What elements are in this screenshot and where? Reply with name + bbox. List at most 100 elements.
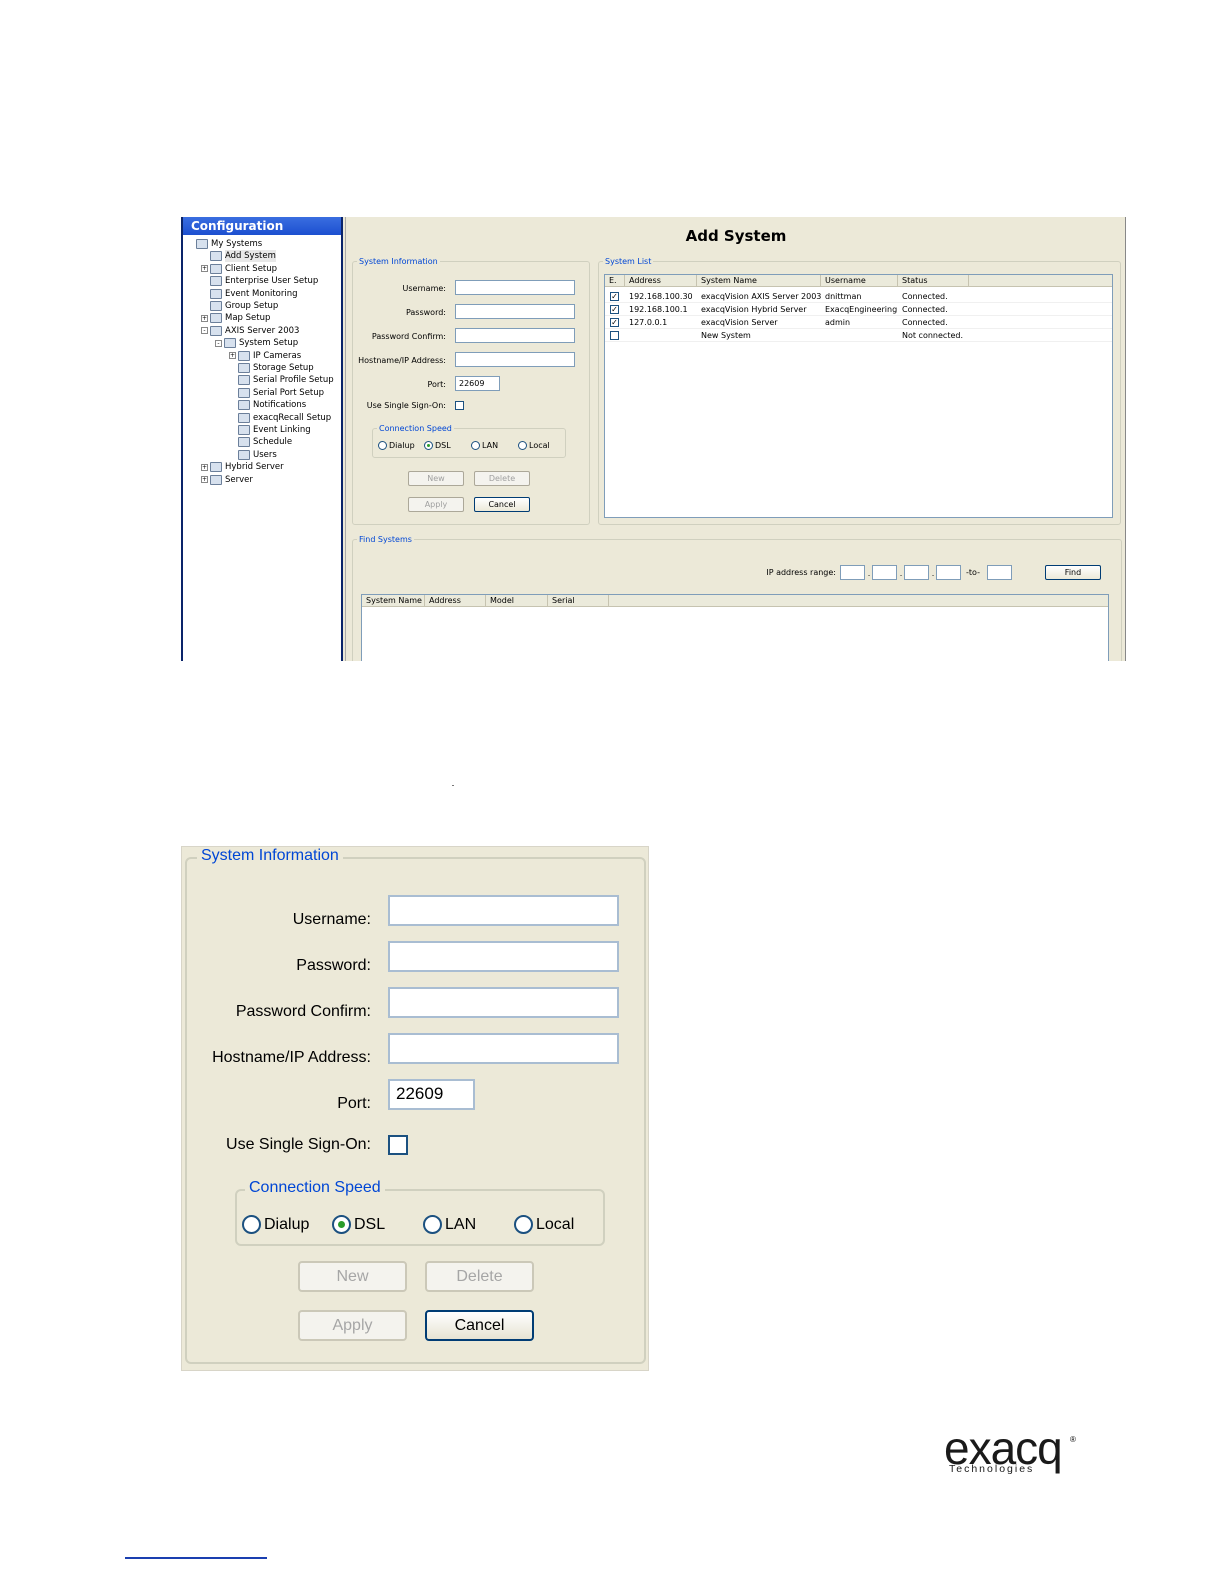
column-header-status[interactable]: Status [898,275,969,287]
tree-item[interactable]: + Client Setup [201,263,277,275]
column-header-system-name[interactable]: System Name [697,275,821,287]
radio-dialup-circle[interactable] [378,441,387,450]
hostname-label: Hostname/IP Address: [358,356,446,365]
tree-item[interactable]: Serial Port Setup [229,387,324,399]
port-label: Port: [427,380,446,389]
tree-item[interactable]: + Map Setup [201,312,270,324]
radio-local-circle[interactable] [518,441,527,450]
monitor-icon [210,288,222,299]
port-field[interactable]: 22609 [388,1079,475,1110]
tree-item[interactable]: Serial Profile Setup [229,374,334,386]
ip-start-octet-2[interactable] [872,565,897,580]
column-header-filler [969,275,1112,287]
new-button[interactable]: New [408,471,464,486]
tree-item[interactable]: Schedule [229,436,292,448]
users-icon [210,276,222,287]
collapse-icon[interactable]: - [201,327,208,335]
row-enabled-checkbox[interactable]: ✓ [610,305,619,314]
find-button[interactable]: Find [1045,565,1101,580]
tree-item[interactable]: Add System [201,250,276,263]
radio-local[interactable]: Local [518,441,550,450]
password-field[interactable] [388,941,619,972]
tree-item[interactable]: exacqRecall Setup [229,412,331,424]
find-systems-table[interactable]: System Name Address Model Serial [361,594,1109,661]
column-header-model[interactable]: Model [486,595,548,607]
radio-lan-circle[interactable] [423,1215,442,1234]
radio-local[interactable]: Local [514,1215,574,1234]
password-confirm-field[interactable] [455,328,575,343]
column-header-username[interactable]: Username [821,275,898,287]
system-list-table[interactable]: E. Address System Name Username Status ✓… [604,274,1113,518]
column-header-enabled[interactable]: E. [605,275,625,287]
password-confirm-field[interactable] [388,987,619,1018]
tree-item[interactable]: + IP Cameras [229,350,301,362]
ip-start-octet-3[interactable] [904,565,929,580]
cell-system-name: New System [701,331,751,340]
connection-speed-group: Connection Speed Dialup DSL LAN Local [235,1179,605,1246]
tree-item[interactable]: Enterprise User Setup [201,275,318,287]
table-row[interactable]: ✓ 127.0.0.1 exacqVision Server admin Connect… [605,316,1112,329]
radio-dialup-circle[interactable] [242,1215,261,1234]
apply-button[interactable]: Apply [298,1310,407,1341]
tree-item[interactable]: My Systems [187,238,262,250]
row-enabled-checkbox[interactable]: ✓ [610,318,619,327]
table-row[interactable]: ✓ 192.168.100.30 exacqVision AXIS Server 2… [605,290,1112,303]
tree-item[interactable]: Notifications [229,399,306,411]
expand-icon[interactable]: + [229,352,236,360]
radio-dsl-circle[interactable] [424,441,433,450]
radio-dsl[interactable]: DSL [332,1215,385,1234]
table-row[interactable]: New System Not connected. [605,329,1112,342]
delete-button[interactable]: Delete [474,471,530,486]
username-field[interactable] [388,895,619,926]
cancel-button[interactable]: Cancel [474,497,530,512]
ip-start-octet-1[interactable] [840,565,865,580]
tree-item[interactable]: + Server [201,474,253,486]
radio-lan[interactable]: LAN [471,441,498,450]
new-button[interactable]: New [298,1261,407,1292]
radio-lan[interactable]: LAN [423,1215,476,1234]
table-row[interactable]: ✓ 192.168.100.1 exacqVision Hybrid Server E… [605,303,1112,316]
row-enabled-checkbox[interactable]: ✓ [610,292,619,301]
tree-item[interactable]: - AXIS Server 2003 [201,325,299,337]
tree-item[interactable]: + Hybrid Server [201,461,284,473]
configuration-panel: Configuration My Systems Add System + Clien… [181,217,343,661]
radio-lan-circle[interactable] [471,441,480,450]
hostname-field[interactable] [455,352,575,367]
sso-checkbox[interactable] [455,401,464,410]
row-enabled-checkbox[interactable] [610,331,619,340]
ip-end-octet[interactable] [987,565,1012,580]
radio-dsl-circle[interactable] [332,1215,351,1234]
radio-local-circle[interactable] [514,1215,533,1234]
delete-button[interactable]: Delete [425,1261,534,1292]
password-field[interactable] [455,304,575,319]
sso-checkbox[interactable] [388,1135,408,1155]
hostname-field[interactable] [388,1033,619,1064]
tree-item[interactable]: Event Linking [229,424,311,436]
tree-item[interactable]: Users [229,449,277,461]
column-header-system-name[interactable]: System Name [362,595,425,607]
map-icon [210,313,222,324]
tree-item-label: Serial Profile Setup [253,375,334,386]
radio-dialup[interactable]: Dialup [378,441,415,450]
radio-dialup[interactable]: Dialup [242,1215,309,1234]
username-field[interactable] [455,280,575,295]
expand-icon[interactable]: + [201,314,208,322]
column-header-address[interactable]: Address [625,275,697,287]
column-header-serial[interactable]: Serial [548,595,609,607]
expand-icon[interactable]: + [201,265,208,273]
radio-dsl[interactable]: DSL [424,441,451,450]
expand-icon[interactable]: + [201,463,208,471]
expand-icon[interactable]: + [201,476,208,484]
logo-subtitle: Technologies [949,1463,1035,1475]
port-field[interactable]: 22609 [455,376,500,391]
collapse-icon[interactable]: - [215,339,222,347]
tree-item[interactable]: Event Monitoring [201,288,298,300]
tree-item[interactable]: Group Setup [201,300,278,312]
tree-item[interactable]: Storage Setup [229,362,314,374]
column-header-address[interactable]: Address [425,595,486,607]
apply-button[interactable]: Apply [408,497,464,512]
footer-link-underline[interactable] [125,1557,267,1559]
ip-start-octet-4[interactable] [936,565,961,580]
cancel-button[interactable]: Cancel [425,1310,534,1341]
tree-item[interactable]: - System Setup [215,337,298,349]
